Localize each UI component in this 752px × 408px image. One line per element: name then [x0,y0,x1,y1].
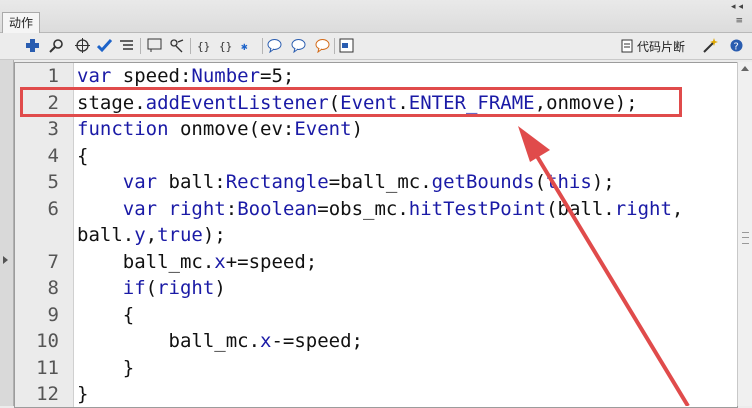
collapse-panel-icon[interactable]: ◂◂ [731,2,746,12]
code-text[interactable]: } [77,355,134,382]
vertical-scrollbar[interactable] [737,62,752,406]
line-number: 12 [36,383,59,405]
code-line[interactable]: 10 ball_mc.x-=speed; [15,328,737,355]
code-text[interactable]: if(right) [77,275,226,302]
toolbar-separator [190,38,191,54]
toolbar-separator [140,38,141,54]
line-number: 3 [47,118,59,140]
code-line[interactable]: 4{ [15,143,737,170]
help-icon[interactable]: ? [728,37,745,54]
code-line[interactable]: 11 } [15,355,737,382]
code-text[interactable]: var ball:Rectangle=ball_mc.getBounds(thi… [77,169,615,196]
add-statement-icon[interactable] [24,37,41,54]
show-hide-toolbox-icon[interactable] [338,37,355,54]
scroll-up-icon[interactable] [741,66,749,71]
window-controls: ◂◂ ≡ [731,2,746,26]
svg-text:?: ? [734,42,739,53]
code-line[interactable]: 5 var ball:Rectangle=ball_mc.getBounds(t… [15,169,737,196]
code-snippets-icon [621,39,633,53]
scroll-grip[interactable] [742,232,749,244]
toolbar-separator [334,38,335,54]
panel-menu-icon[interactable]: ≡ [731,16,746,26]
code-hint-icon[interactable] [146,37,163,54]
code-text[interactable]: ball.y,true); [77,222,226,249]
remove-comment-icon[interactable] [314,37,331,54]
panel-tab-bar: 动作 ◂◂ ≡ [0,0,752,33]
code-line[interactable]: 1 var speed:Number=5; [15,63,737,90]
line-number: 1 [47,65,59,87]
line-number: 11 [36,356,59,379]
expand-all-icon[interactable]: ✱ [240,37,257,54]
target-icon[interactable] [74,37,91,54]
line-number: 9 [47,303,59,326]
line-number: 7 [47,250,59,273]
actions-toolbar: {} {} ✱ 代码片断 ? [0,33,752,60]
code-line[interactable]: 7 ball_mc.x+=speed; [15,249,737,276]
svg-text:✱: ✱ [241,40,248,53]
code-text[interactable]: var speed:Number=5; [77,63,294,90]
code-text[interactable]: function onmove(ev:Event) [77,116,363,143]
code-line[interactable]: 12} [15,381,737,407]
line-number: 5 [47,171,59,193]
code-snippets-button[interactable]: 代码片断 [620,37,685,55]
code-line[interactable]: 9 { [15,302,737,329]
auto-format-icon[interactable] [118,37,135,54]
expand-arrow-icon[interactable] [3,256,8,264]
debug-options-icon[interactable] [168,37,185,54]
apply-block-comment-icon[interactable] [266,37,283,54]
line-number: 4 [47,144,59,167]
code-line[interactable]: 8 if(right) [15,275,737,302]
code-text[interactable]: { [77,143,88,170]
code-line[interactable]: ball.y,true); [15,222,737,249]
svg-text:{}: {} [197,40,210,53]
code-text[interactable]: ball_mc.x-=speed; [77,328,364,355]
collapse-between-braces-icon[interactable]: {} [196,37,213,54]
line-number: 6 [47,197,59,220]
code-text[interactable]: { [77,302,134,329]
script-navigator-collapse-strip[interactable] [0,60,14,406]
wizard-wand-icon[interactable] [702,37,719,54]
toolbar-separator [262,38,263,54]
line-number: 8 [47,277,59,299]
svg-text:{}: {} [219,40,232,53]
apply-line-comment-icon[interactable] [290,37,307,54]
collapse-selection-icon[interactable]: {} [218,37,235,54]
check-syntax-icon[interactable] [96,37,113,54]
code-line[interactable]: 6 var right:Boolean=obs_mc.hitTestPoint(… [15,196,737,223]
code-text[interactable]: var right:Boolean=obs_mc.hitTestPoint(ba… [77,196,684,223]
code-snippets-label: 代码片断 [637,39,686,54]
line-number: 10 [36,330,59,352]
code-line[interactable]: 3 function onmove(ev:Event) [15,116,737,143]
annotation-highlight-box [20,87,682,117]
find-icon[interactable] [48,37,65,54]
code-text[interactable]: } [77,381,88,407]
code-text[interactable]: ball_mc.x+=speed; [77,249,318,276]
tab-actions[interactable]: 动作 [2,12,41,33]
